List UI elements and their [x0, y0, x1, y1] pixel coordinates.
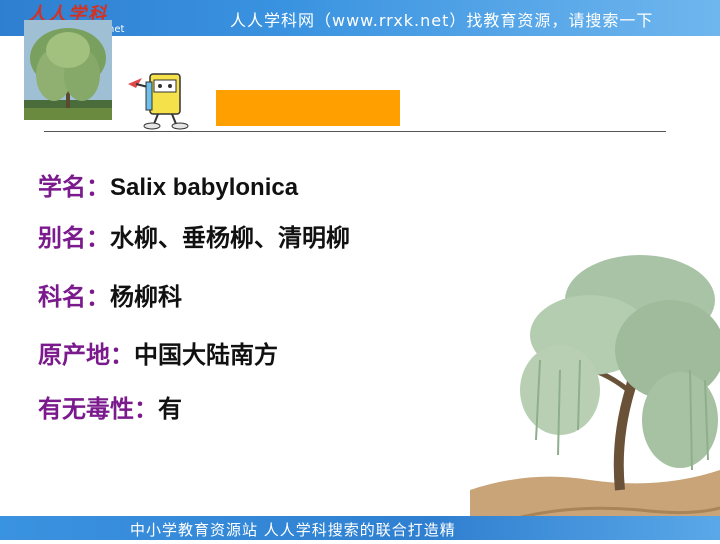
info-row-alias: 别名：水柳、垂杨柳、清明柳 [38, 223, 350, 253]
info-label: 科名： [38, 283, 110, 311]
book-mascot-icon [124, 64, 194, 130]
title-bar [216, 90, 400, 126]
info-label: 原产地： [38, 341, 134, 369]
header-divider [44, 131, 666, 132]
info-value: 中国大陆南方 [134, 341, 278, 369]
info-row-family: 科名：杨柳科 [38, 282, 182, 312]
info-row-scientific-name: 学名：Salix babylonica [38, 172, 298, 203]
bottom-banner: 中小学教育资源站 人人学科搜索的联合打造精 [0, 516, 720, 540]
info-value: 水柳、垂杨柳、清明柳 [110, 224, 350, 252]
info-row-toxicity: 有无毒性：有 [38, 394, 182, 424]
info-label: 有无毒性： [38, 395, 158, 423]
info-value: 有 [158, 395, 182, 423]
info-value: 杨柳科 [110, 283, 182, 311]
info-label: 别名： [38, 224, 110, 252]
info-row-origin: 原产地：中国大陆南方 [38, 340, 278, 370]
top-banner-text: 人人学科网（www.rrxk.net）找教育资源，请搜索一下 [230, 11, 654, 30]
info-value: Salix babylonica [110, 174, 299, 201]
willow-tree-illustration [470, 240, 720, 540]
bottom-banner-text: 中小学教育资源站 人人学科搜索的联合打造精 [130, 521, 456, 539]
info-label: 学名： [38, 173, 110, 201]
willow-photo [24, 20, 112, 120]
